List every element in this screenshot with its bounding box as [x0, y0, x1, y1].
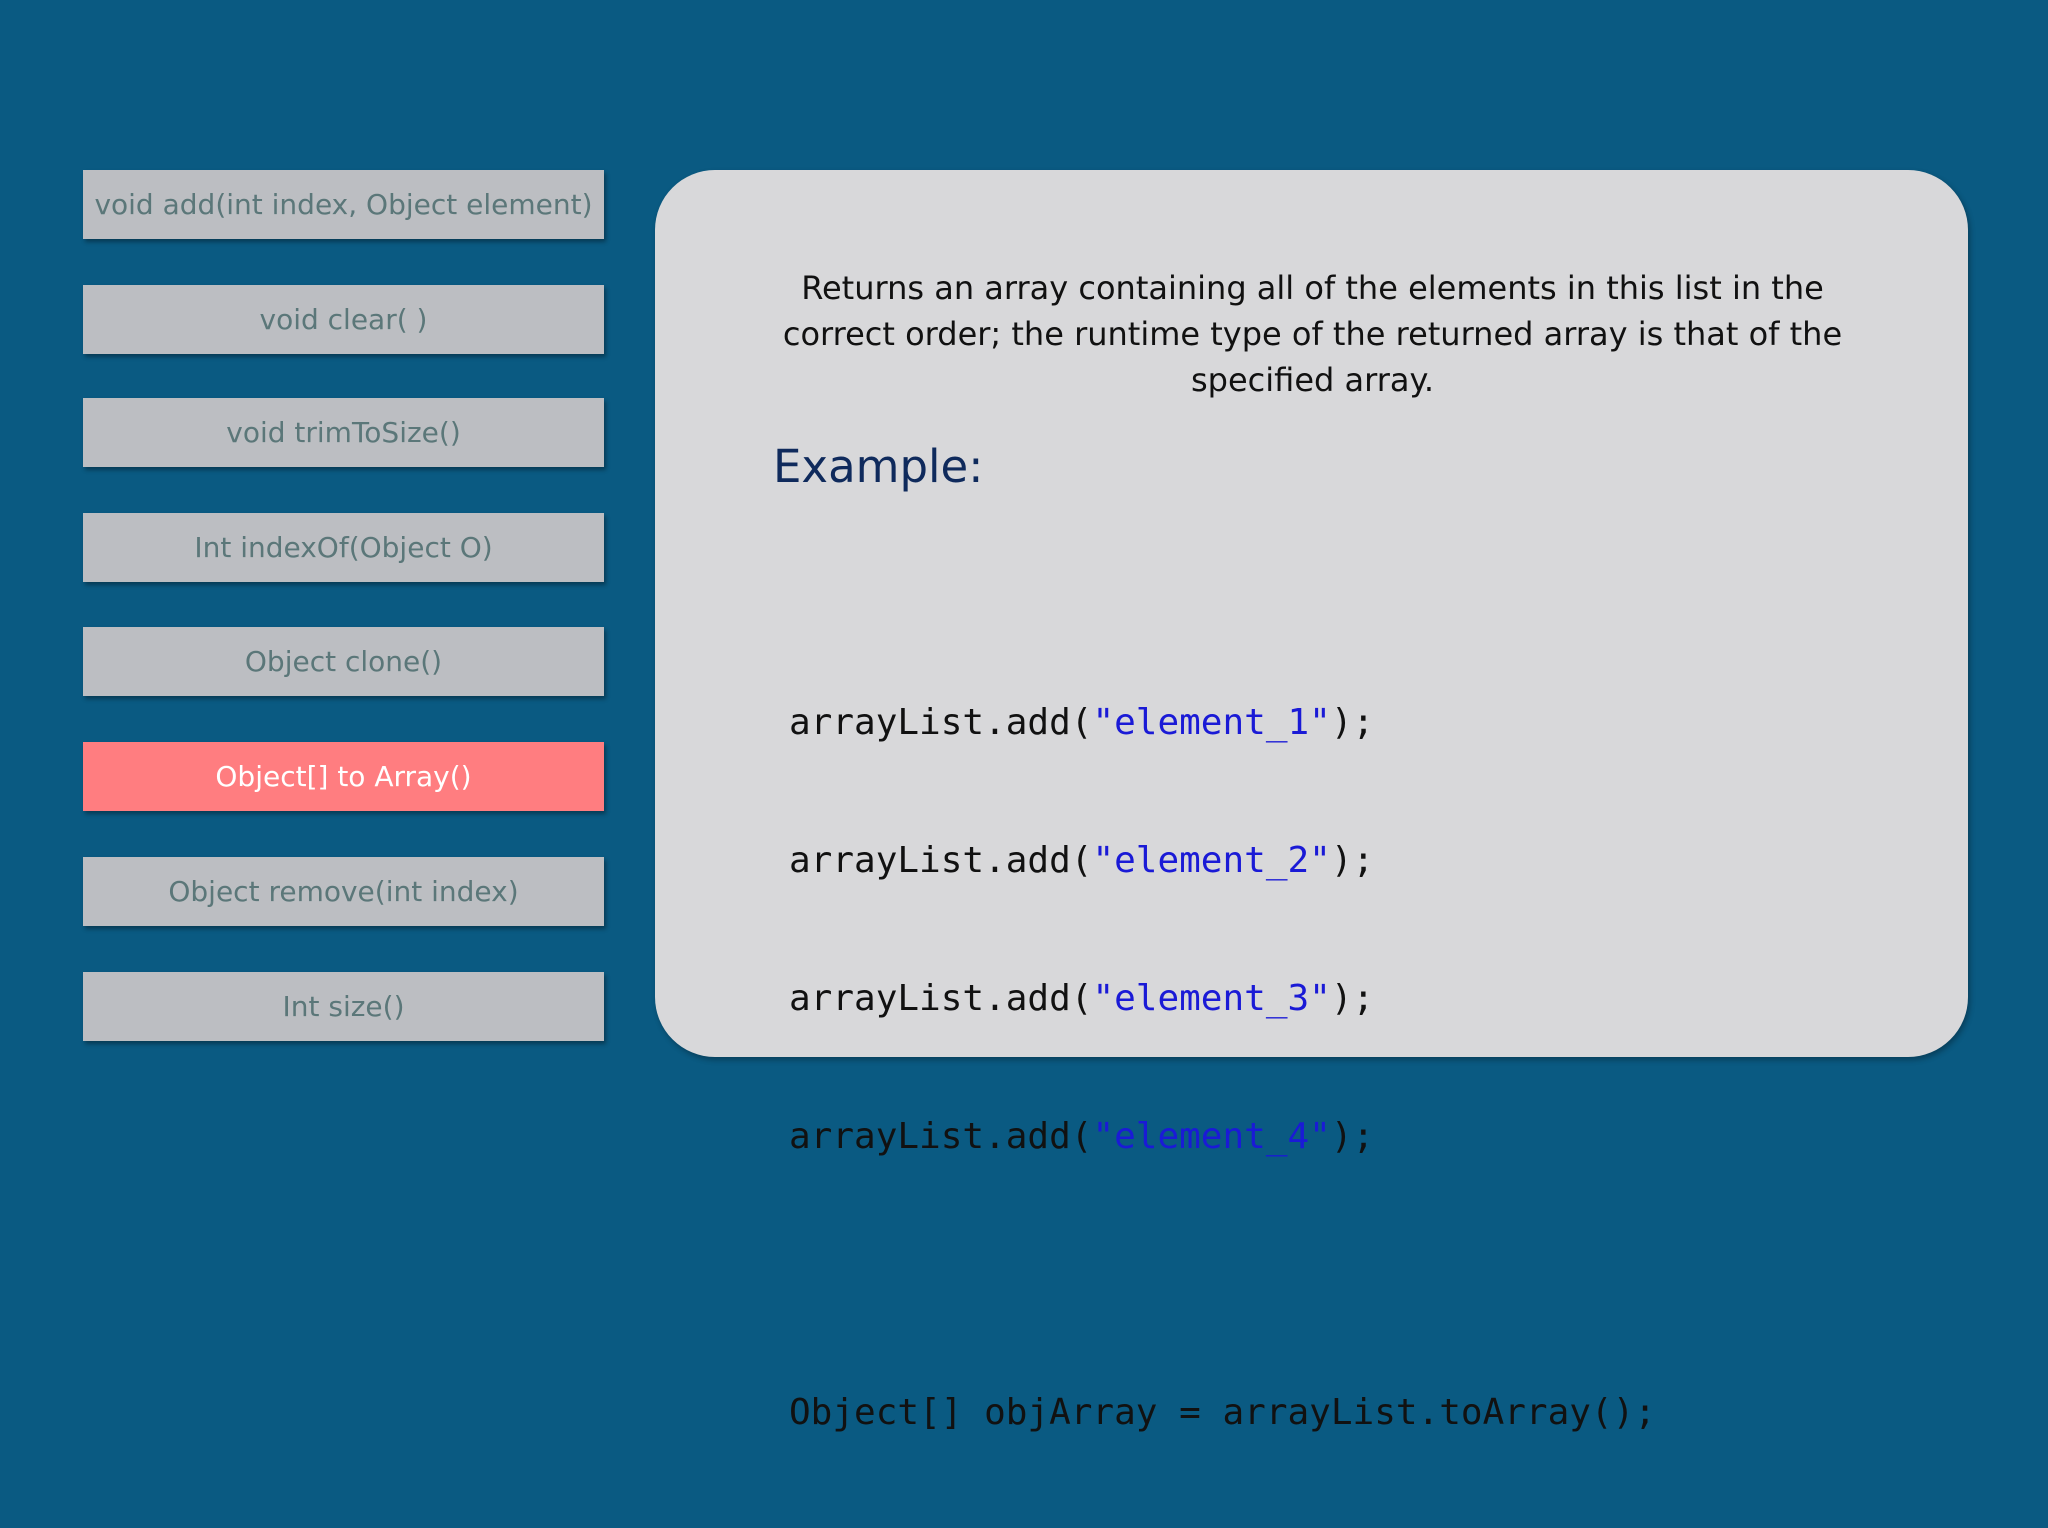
code-text: arrayList.add(	[789, 702, 1093, 743]
method-button-size[interactable]: Int size()	[83, 972, 604, 1041]
method-detail-panel: Returns an array containing all of the e…	[655, 170, 1968, 1433]
code-text: );	[1330, 702, 1375, 743]
method-button-add[interactable]: void add(int index, Object element)	[83, 170, 604, 239]
code-string-literal: "element_2"	[1092, 840, 1331, 881]
method-button-clear[interactable]: void clear( )	[83, 285, 604, 354]
code-text: );	[1330, 840, 1375, 881]
code-line: arrayList.add("element_3");	[789, 976, 1656, 1022]
code-string-literal: "element_4"	[1092, 1116, 1331, 1157]
code-string-literal: "element_3"	[1092, 978, 1331, 1019]
method-button-trim-to-size[interactable]: void trimToSize()	[83, 398, 604, 467]
code-example: arrayList.add("element_1"); arrayList.ad…	[789, 608, 1656, 1528]
method-button-remove[interactable]: Object remove(int index)	[83, 857, 604, 926]
code-text: );	[1330, 978, 1375, 1019]
example-heading: Example:	[773, 440, 984, 493]
code-text: arrayList.add(	[789, 1116, 1093, 1157]
code-string-literal: "element_1"	[1092, 702, 1331, 743]
code-text: arrayList.add(	[789, 840, 1093, 881]
code-line: arrayList.add("element_1");	[789, 700, 1656, 746]
code-text: arrayList.add(	[789, 978, 1093, 1019]
method-button-clone[interactable]: Object clone()	[83, 627, 604, 696]
method-description: Returns an array containing all of the e…	[782, 269, 1843, 399]
code-line-final: Object[] objArray = arrayList.toArray();	[789, 1392, 1656, 1433]
method-button-index-of[interactable]: Int indexOf(Object O)	[83, 513, 604, 582]
code-text: );	[1330, 1116, 1375, 1157]
code-line: arrayList.add("element_2");	[789, 838, 1656, 884]
code-line: arrayList.add("element_4");	[789, 1114, 1656, 1160]
method-button-to-array[interactable]: Object[] to Array()	[83, 742, 604, 811]
